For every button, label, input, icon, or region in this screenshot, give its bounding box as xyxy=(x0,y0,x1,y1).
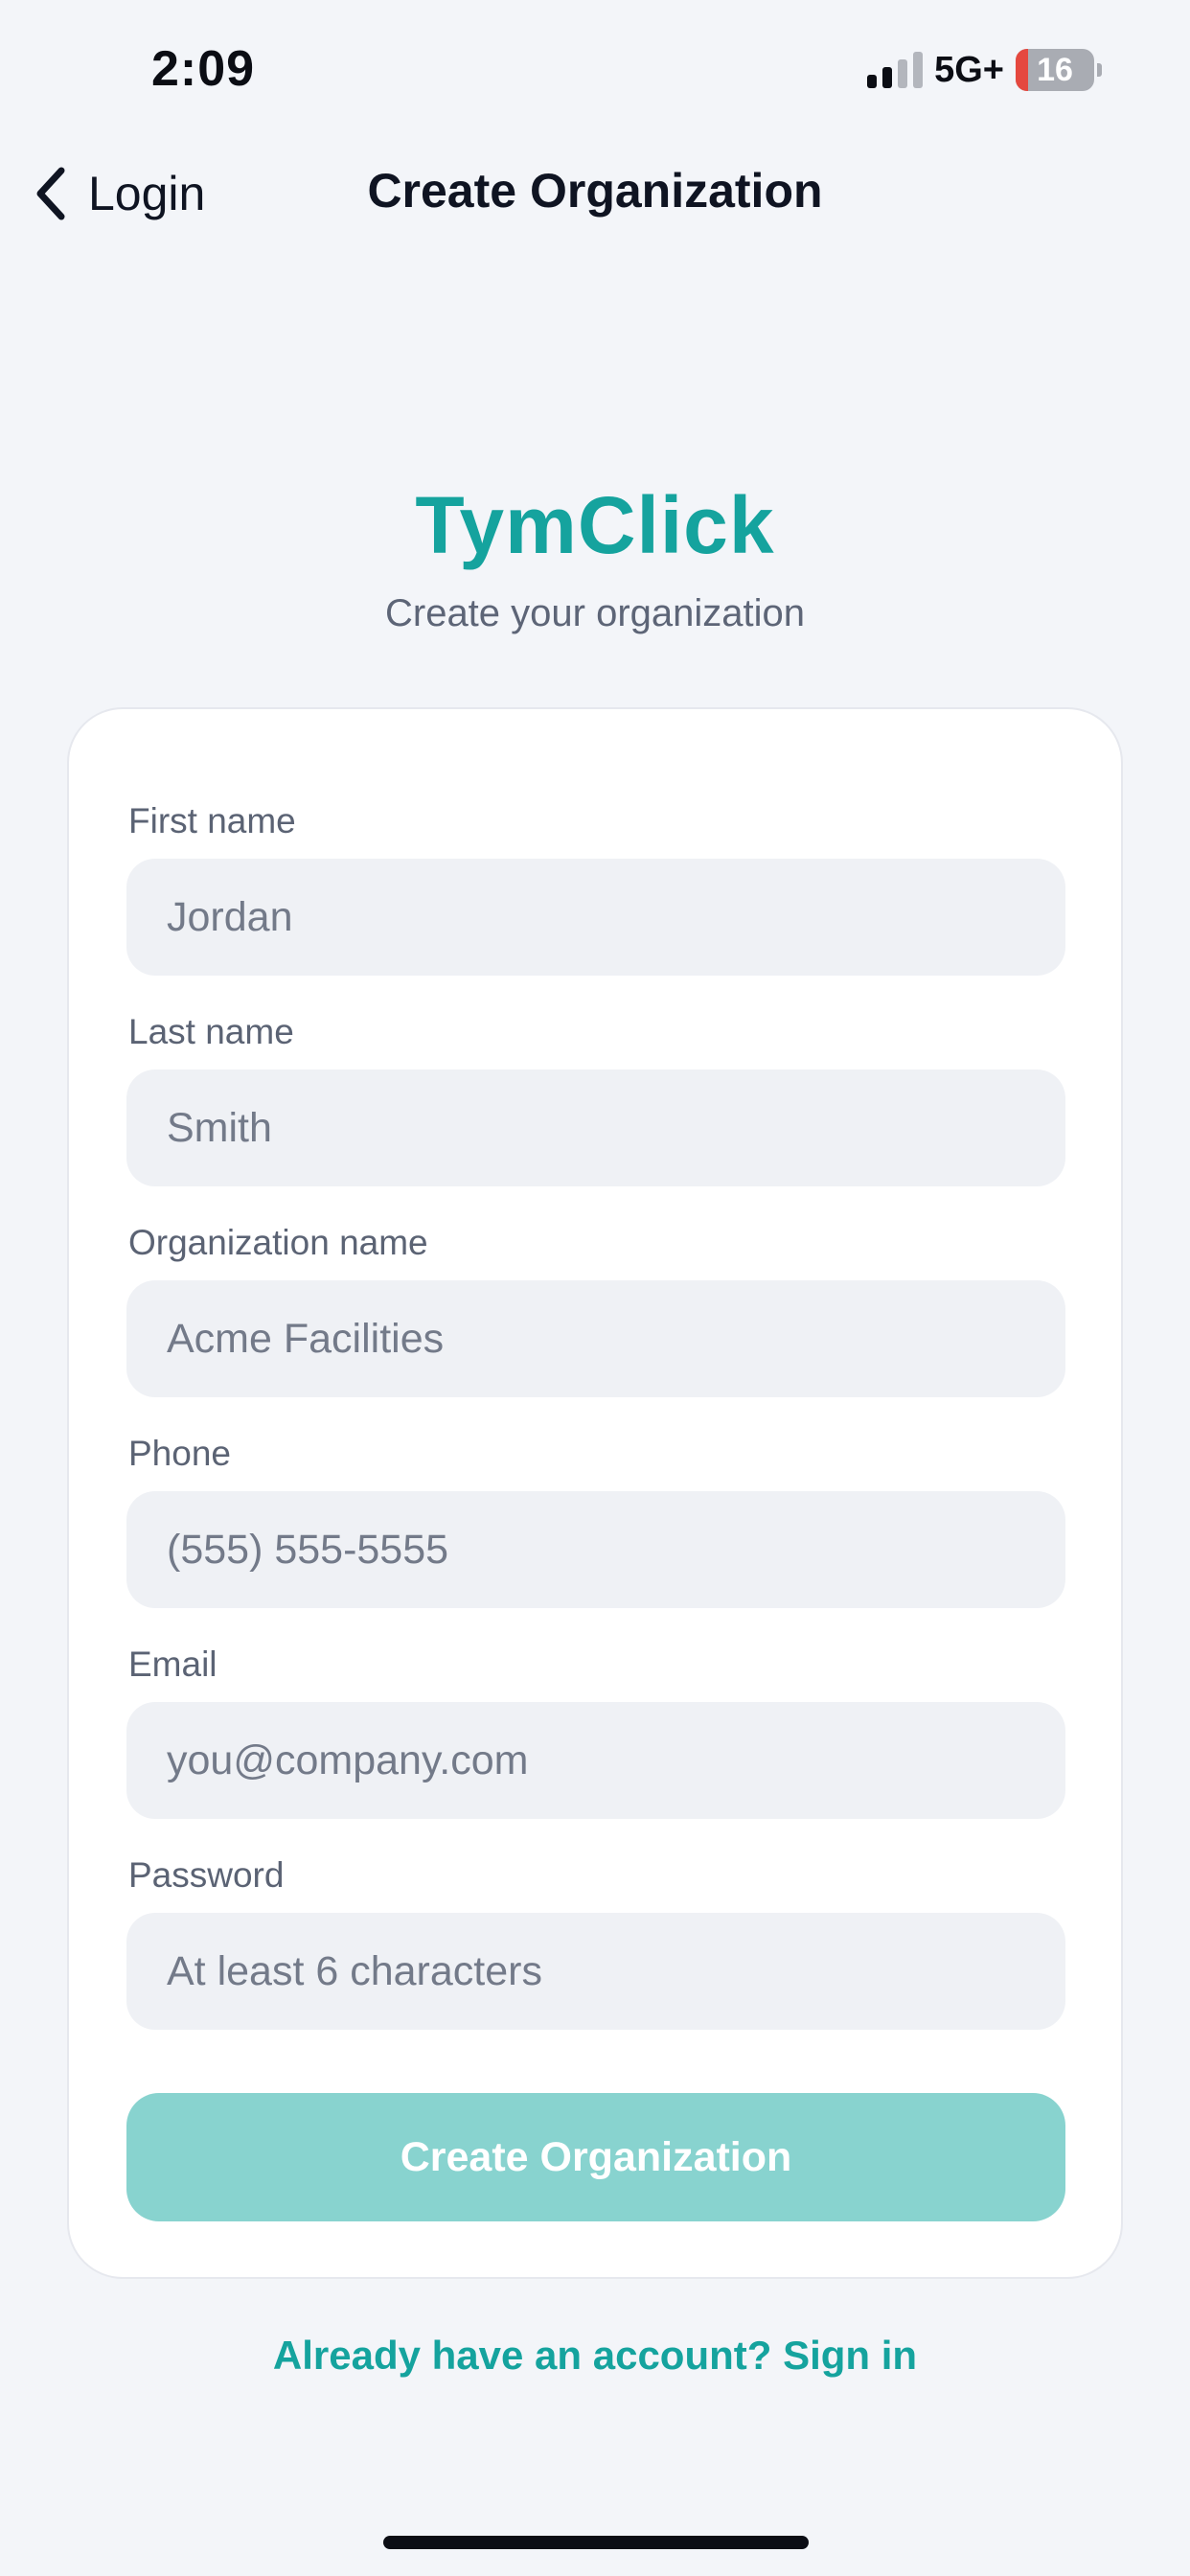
battery-level: 16 xyxy=(1037,51,1073,88)
create-organization-screen: 2:09 5G+ 16 Login Create Organization Ty… xyxy=(0,0,1190,2576)
battery-fill xyxy=(1016,49,1029,91)
cellular-signal-icon xyxy=(867,52,924,88)
status-indicators: 5G+ 16 xyxy=(867,46,1102,94)
phone-input[interactable] xyxy=(126,1491,1065,1608)
signup-form-card: First name Last name Organization name P… xyxy=(67,707,1123,2279)
password-label: Password xyxy=(128,1855,285,1895)
create-organization-button[interactable]: Create Organization xyxy=(126,2093,1065,2221)
last-name-label: Last name xyxy=(128,1012,294,1051)
phone-label: Phone xyxy=(128,1434,231,1473)
battery-icon: 16 xyxy=(1016,49,1102,91)
email-label: Email xyxy=(128,1644,217,1684)
first-name-input[interactable] xyxy=(126,859,1065,976)
home-indicator[interactable] xyxy=(383,2536,809,2549)
status-time: 2:09 xyxy=(151,41,256,97)
organization-name-label: Organization name xyxy=(128,1223,428,1262)
tagline: Create your organization xyxy=(384,592,806,634)
organization-name-input[interactable] xyxy=(126,1280,1065,1397)
last-name-input[interactable] xyxy=(126,1070,1065,1186)
page-title: Create Organization xyxy=(367,164,823,218)
password-input[interactable] xyxy=(126,1913,1065,2030)
sign-in-link[interactable]: Already have an account? Sign in xyxy=(0,2333,1190,2379)
network-type: 5G+ xyxy=(934,49,1004,90)
email-input[interactable] xyxy=(126,1702,1065,1819)
first-name-label: First name xyxy=(128,801,296,840)
app-logo-text: TymClick xyxy=(415,480,775,570)
